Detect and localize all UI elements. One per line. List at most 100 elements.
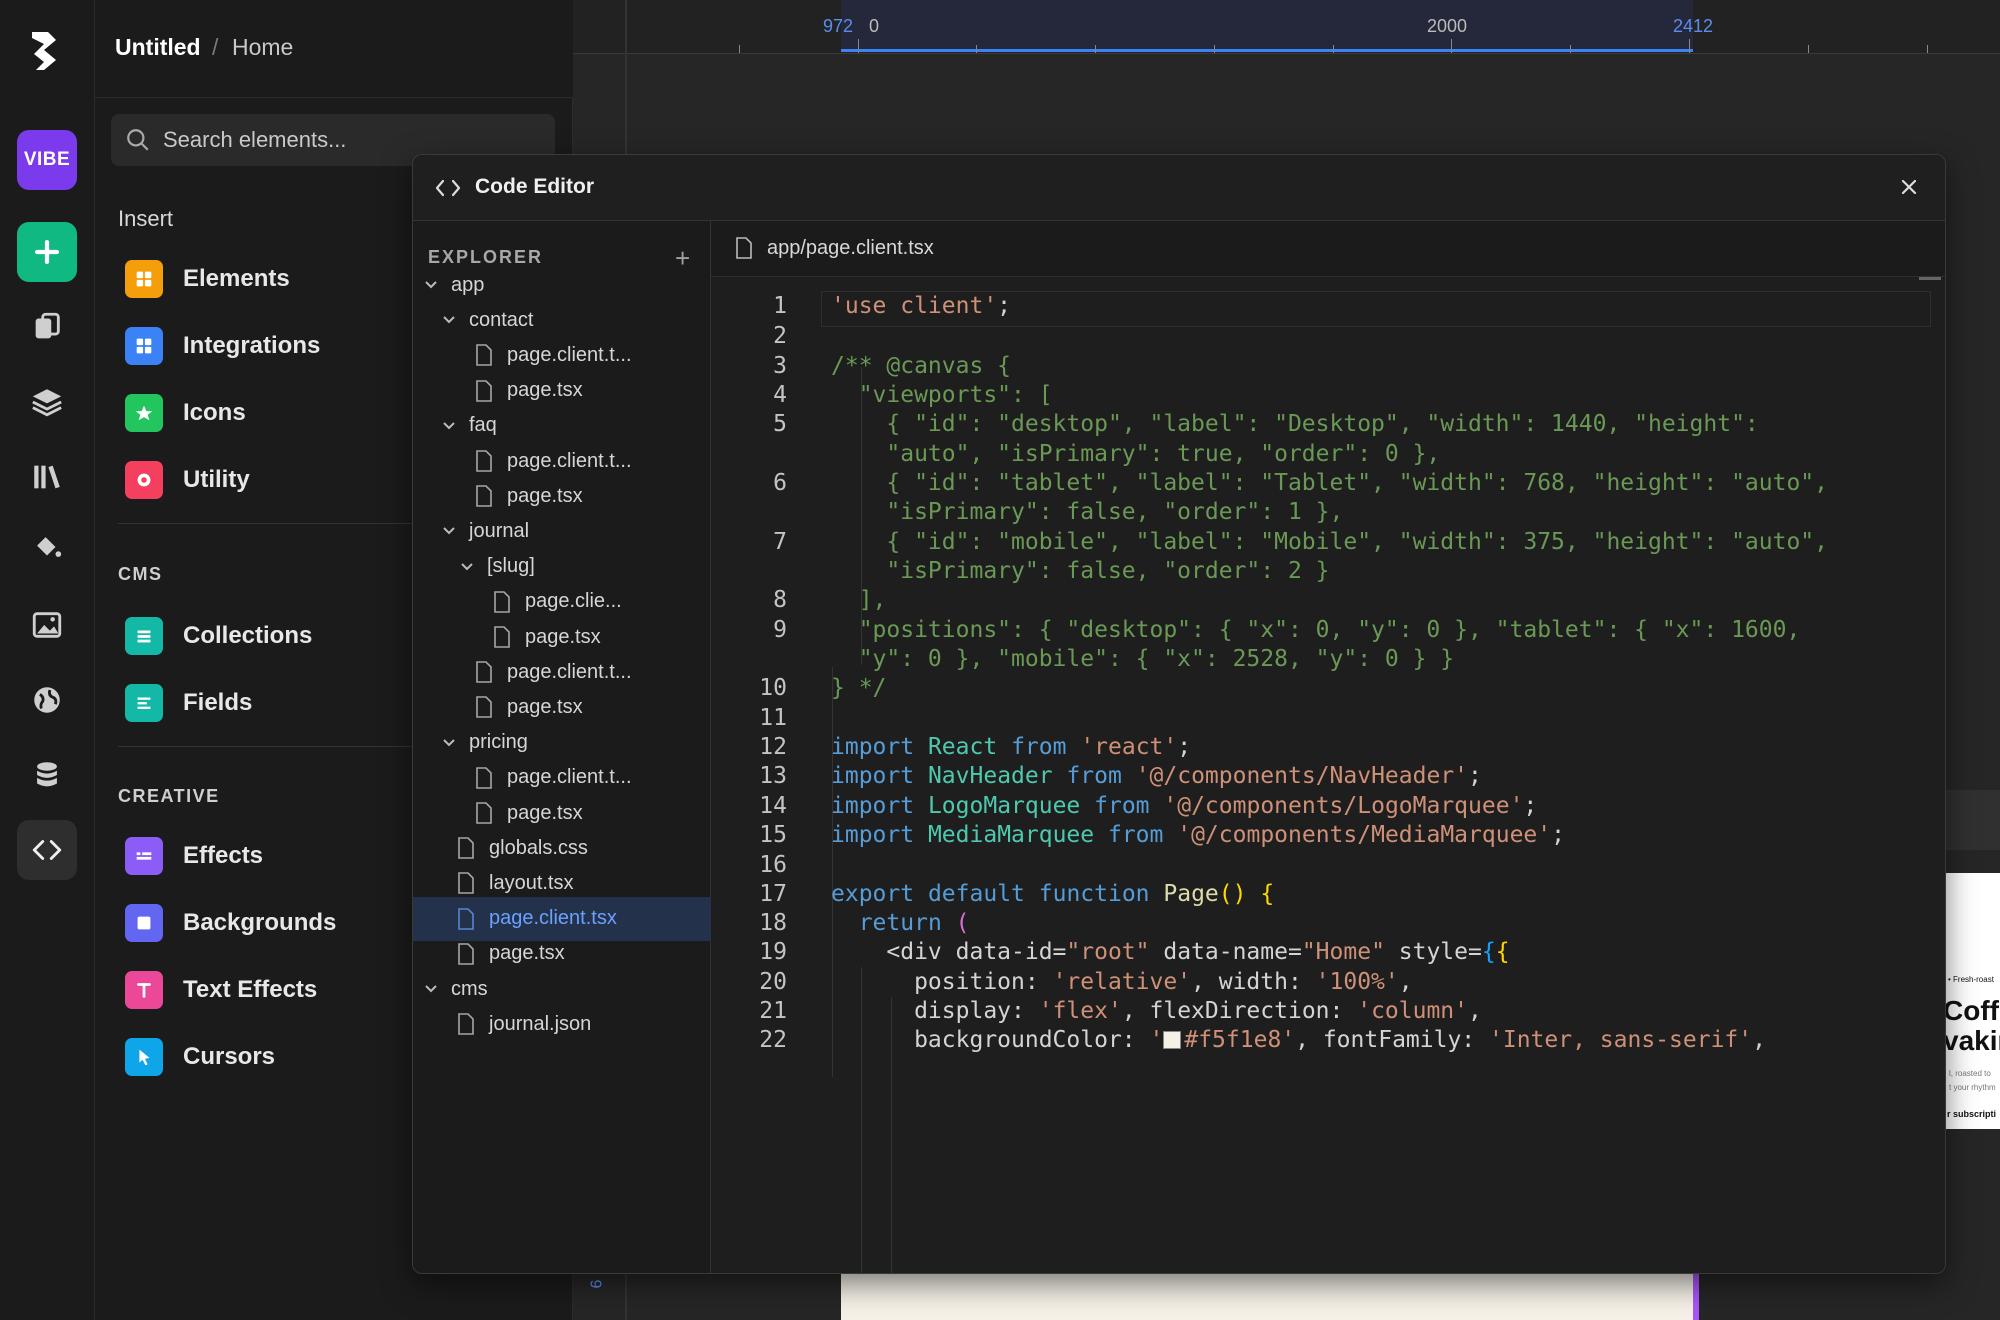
cursors-label: Cursors — [183, 1043, 276, 1070]
cms-item-fields[interactable]: Fields — [125, 676, 395, 730]
creative-item-backgrounds[interactable]: Backgrounds — [125, 896, 395, 950]
code-line: import React from 'react'; — [831, 734, 1192, 760]
insert-item-icons[interactable]: Icons — [125, 386, 395, 440]
code-line: 'use client'; — [831, 293, 1012, 319]
library-button[interactable] — [17, 447, 77, 507]
code-line: export default function Page() { — [831, 881, 1275, 907]
line-number: 11 — [759, 705, 787, 731]
backgrounds-label: Backgrounds — [183, 909, 337, 936]
tree-label: app — [451, 273, 485, 296]
tree-label: page.tsx — [489, 942, 565, 965]
chevron-down-icon — [443, 422, 455, 430]
horizontal-ruler: 972 0 2000 2412 — [573, 0, 2000, 54]
effects-label: Effects — [183, 842, 264, 869]
star-icon — [125, 394, 163, 432]
ruler-tick — [739, 45, 740, 53]
elements-icon — [125, 260, 163, 298]
code-line: "y": 0 }, "mobile": { "x": 2528, "y": 0 … — [831, 646, 1455, 672]
add-button[interactable] — [17, 222, 77, 282]
integrations-icon — [125, 327, 163, 365]
code-button[interactable] — [17, 820, 77, 880]
fields-label: Fields — [183, 689, 253, 716]
code-line: import LogoMarquee from '@/components/Lo… — [831, 793, 1538, 819]
pages-icon — [35, 312, 60, 339]
ruler-tick — [1095, 45, 1096, 53]
chevron-down-icon — [461, 562, 473, 571]
tree-label: page.client.t... — [507, 660, 632, 683]
code-line: { "id": "desktop", "label": "Desktop", "… — [831, 411, 1759, 437]
vibe-button[interactable]: VIBE — [17, 130, 77, 190]
media-button[interactable] — [17, 595, 77, 655]
app-logo-icon[interactable] — [26, 28, 62, 72]
code-line: "positions": { "desktop": { "x": 0, "y":… — [831, 617, 1801, 643]
file-icon — [458, 837, 474, 859]
creative-item-text-effects[interactable]: Text Effects — [125, 963, 395, 1017]
ruler-end-label: 2412 — [1673, 16, 1714, 36]
globe-button[interactable] — [17, 670, 77, 730]
ruler-tick — [1214, 45, 1215, 53]
line-number: 15 — [759, 822, 787, 848]
insert-item-utility[interactable]: Utility — [125, 453, 395, 507]
file-icon — [736, 237, 752, 259]
mobile-preview-frame[interactable]: • Fresh-roast Coffe vakin l, roasted to … — [1945, 873, 2000, 1129]
desktop-frame-bottom[interactable] — [841, 1272, 1693, 1320]
pages-button[interactable] — [17, 297, 77, 357]
database-button[interactable] — [17, 745, 77, 805]
file-icon — [458, 872, 474, 895]
ruler-start-label: 972 — [823, 16, 854, 36]
creative-item-cursors[interactable]: Cursors — [125, 1030, 395, 1084]
tree-label: page.tsx — [525, 625, 601, 648]
tree-label: page.client.t... — [507, 449, 632, 472]
line-number: 14 — [759, 793, 787, 819]
file-icon — [476, 450, 492, 472]
insert-section-title: Insert — [118, 206, 174, 231]
line-number: 22 — [759, 1027, 787, 1053]
tree-label: page.tsx — [507, 484, 583, 507]
icon-rail: VIBE — [0, 0, 95, 1320]
editor-tab-filename[interactable]: app/page.client.tsx — [767, 237, 934, 260]
chevron-down-icon — [425, 281, 437, 289]
layers-button[interactable] — [17, 372, 77, 432]
preview-heading-2: vakin — [1945, 1025, 2000, 1056]
code-line: import MediaMarquee from '@/components/M… — [831, 822, 1565, 848]
file-icon — [458, 1013, 474, 1035]
preview-text-2: t your rhythm — [1949, 1083, 1996, 1092]
file-row[interactable]: journal.json — [413, 1002, 711, 1046]
preview-text-1: l, roasted to — [1949, 1069, 1991, 1078]
code-editor-header: Code Editor — [413, 155, 1945, 221]
fields-icon — [125, 684, 163, 722]
page-name[interactable]: Home — [232, 34, 293, 61]
insert-item-elements[interactable]: Elements — [125, 252, 395, 306]
scrollbar-thumb[interactable] — [1919, 277, 1941, 280]
ruler-mid-label: 2000 — [1427, 16, 1468, 36]
project-title[interactable]: Untitled — [115, 34, 201, 61]
collections-icon — [125, 617, 163, 655]
style-button[interactable] — [17, 517, 77, 577]
integrations-label: Integrations — [183, 332, 321, 359]
code-line: return ( — [858, 910, 970, 936]
tree-label: globals.css — [489, 836, 588, 859]
line-number: 5 — [773, 411, 787, 437]
insert-item-integrations[interactable]: Integrations — [125, 319, 395, 373]
creative-item-effects[interactable]: Effects — [125, 829, 395, 883]
line-number: 10 — [759, 675, 787, 701]
color-swatch[interactable] — [1163, 1031, 1182, 1049]
preview-text-3: r subscripti — [1947, 1109, 1997, 1119]
chevron-down-icon — [443, 527, 455, 535]
file-explorer: EXPLORER + app contact page.client.t... pag… — [413, 221, 711, 1273]
code-editor-modal: Code Editor EXPLORER + app contact page.cl… — [412, 154, 1946, 1274]
close-icon[interactable] — [1897, 175, 1921, 199]
vibe-label: VIBE — [23, 149, 71, 170]
chevron-down-icon — [425, 985, 437, 993]
tree-label: pricing — [469, 731, 528, 754]
tree-label: page.tsx — [507, 379, 583, 402]
cms-item-collections[interactable]: Collections — [125, 609, 395, 663]
text-effects-label: Text Effects — [183, 976, 318, 1003]
code-line: "isPrimary": false, "order": 1 }, — [831, 499, 1344, 525]
file-icon — [476, 379, 492, 402]
divider — [118, 746, 418, 747]
tree-label: page.client.tsx — [489, 907, 617, 930]
image-icon — [32, 612, 62, 638]
text-effects-icon — [125, 971, 163, 1009]
code-area[interactable]: 1 2 3 4 5 6 7 8 9 10 11 12 13 14 15 16 17 18 19 20 21 22 'use… — [711, 277, 1945, 1273]
